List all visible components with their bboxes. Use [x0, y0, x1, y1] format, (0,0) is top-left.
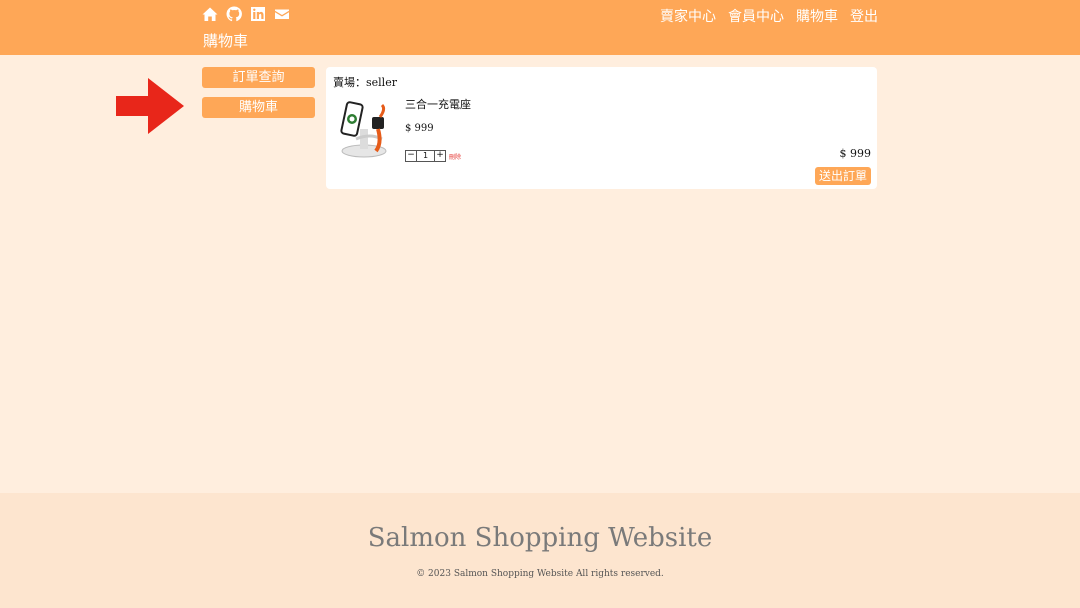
nav-member-center[interactable]: 會員中心 — [728, 6, 784, 26]
increase-quantity-button[interactable]: + — [434, 150, 446, 162]
linkedin-icon[interactable] — [250, 6, 266, 22]
submit-order-button[interactable]: 送出訂單 — [814, 167, 871, 185]
footer-brand: Salmon Shopping Website — [367, 523, 713, 553]
red-arrow-indicator — [116, 78, 184, 134]
mail-icon[interactable] — [274, 6, 290, 22]
decrease-quantity-button[interactable]: − — [405, 150, 417, 162]
social-icons — [202, 6, 290, 22]
nav-seller-center[interactable]: 賣家中心 — [660, 6, 716, 26]
product-price: $ 999 — [405, 123, 434, 134]
top-header: 賣家中心 會員中心 購物車 登出 購物車 — [0, 0, 1080, 55]
home-icon[interactable] — [202, 6, 218, 22]
cart-total: $ 999 — [839, 147, 872, 160]
nav-cart[interactable]: 購物車 — [796, 6, 838, 26]
footer: Salmon Shopping Website © 2023 Salmon Sh… — [0, 493, 1080, 608]
sidebar-item-order-query[interactable]: 訂單查詢 — [202, 67, 315, 88]
seller-label: 賣場：seller — [333, 76, 397, 89]
cart-card: 賣場：seller 三合一充電座 $ 999 − 1 + 刪除 $ 999 送出… — [326, 67, 877, 189]
sidebar: 訂單查詢 購物車 — [202, 67, 315, 127]
sidebar-item-cart[interactable]: 購物車 — [202, 97, 315, 118]
footer-copyright: © 2023 Salmon Shopping Website All right… — [416, 569, 664, 579]
product-name[interactable]: 三合一充電座 — [405, 96, 471, 112]
product-image[interactable] — [336, 99, 398, 159]
quantity-value[interactable]: 1 — [417, 150, 434, 162]
quantity-stepper: − 1 + 刪除 — [405, 150, 461, 162]
page-title: 購物車 — [203, 32, 249, 50]
delete-item-button[interactable]: 刪除 — [449, 152, 461, 161]
nav-logout[interactable]: 登出 — [850, 6, 878, 26]
top-nav: 賣家中心 會員中心 購物車 登出 — [660, 6, 878, 26]
github-icon[interactable] — [226, 6, 242, 22]
